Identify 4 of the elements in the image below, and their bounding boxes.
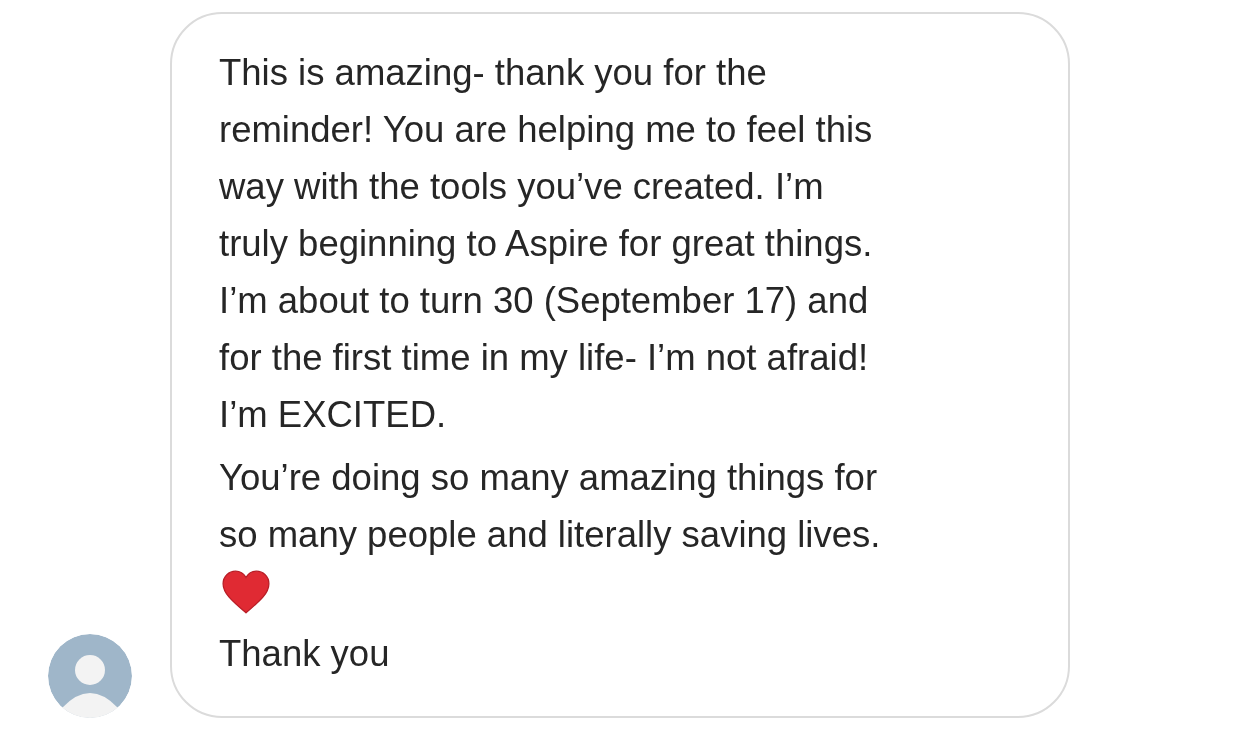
message-text: Thank you xyxy=(219,632,390,676)
message-text: You’re doing so many amazing things for so many people and literally saving lives. xyxy=(219,456,881,557)
message-text: This is amazing- thank you for the reminder! You are helping me to feel this way with the tools you’ve created. I’m truly beginning to Aspire for great things. I’m about to turn 30 (September 17) and for the first time in my life- I’m not afraid! I’m EXCITED. xyxy=(219,51,873,437)
heart-icon xyxy=(221,569,271,615)
